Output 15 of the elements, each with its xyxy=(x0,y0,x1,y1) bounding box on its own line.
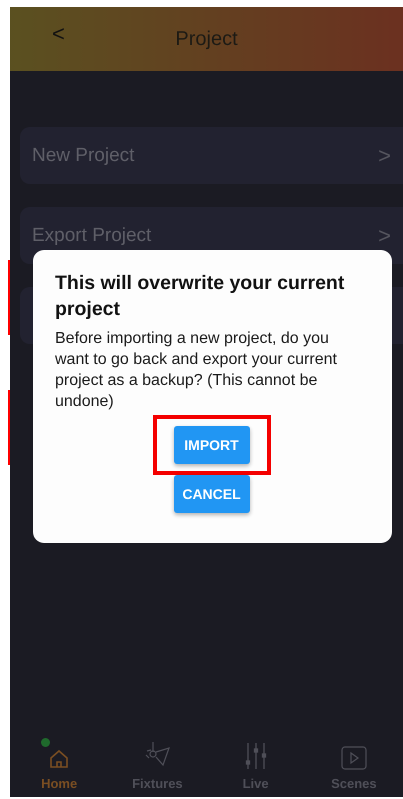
page-title: Project xyxy=(175,28,238,50)
menu-label: Export Project xyxy=(32,224,152,246)
dialog-button[interactable]: IMPORT xyxy=(174,426,250,464)
play-icon xyxy=(340,746,367,770)
menu-row[interactable]: New Project > xyxy=(20,127,403,184)
back-button[interactable]: < xyxy=(46,21,71,47)
chevron-icon: > xyxy=(378,222,391,248)
nav-tab[interactable]: Home xyxy=(14,740,104,791)
dialog-message: Before importing a new project, do you want to go back and export your current project as a backup? (This cannot be undone) xyxy=(55,329,338,412)
dialog-button[interactable]: CANCEL xyxy=(174,475,250,513)
chevron-icon: > xyxy=(378,142,391,168)
sliders-icon xyxy=(244,742,267,770)
home-icon xyxy=(48,748,70,770)
dialog-title: This will overwrite your current project xyxy=(55,271,346,322)
menu-label: New Project xyxy=(32,144,134,166)
